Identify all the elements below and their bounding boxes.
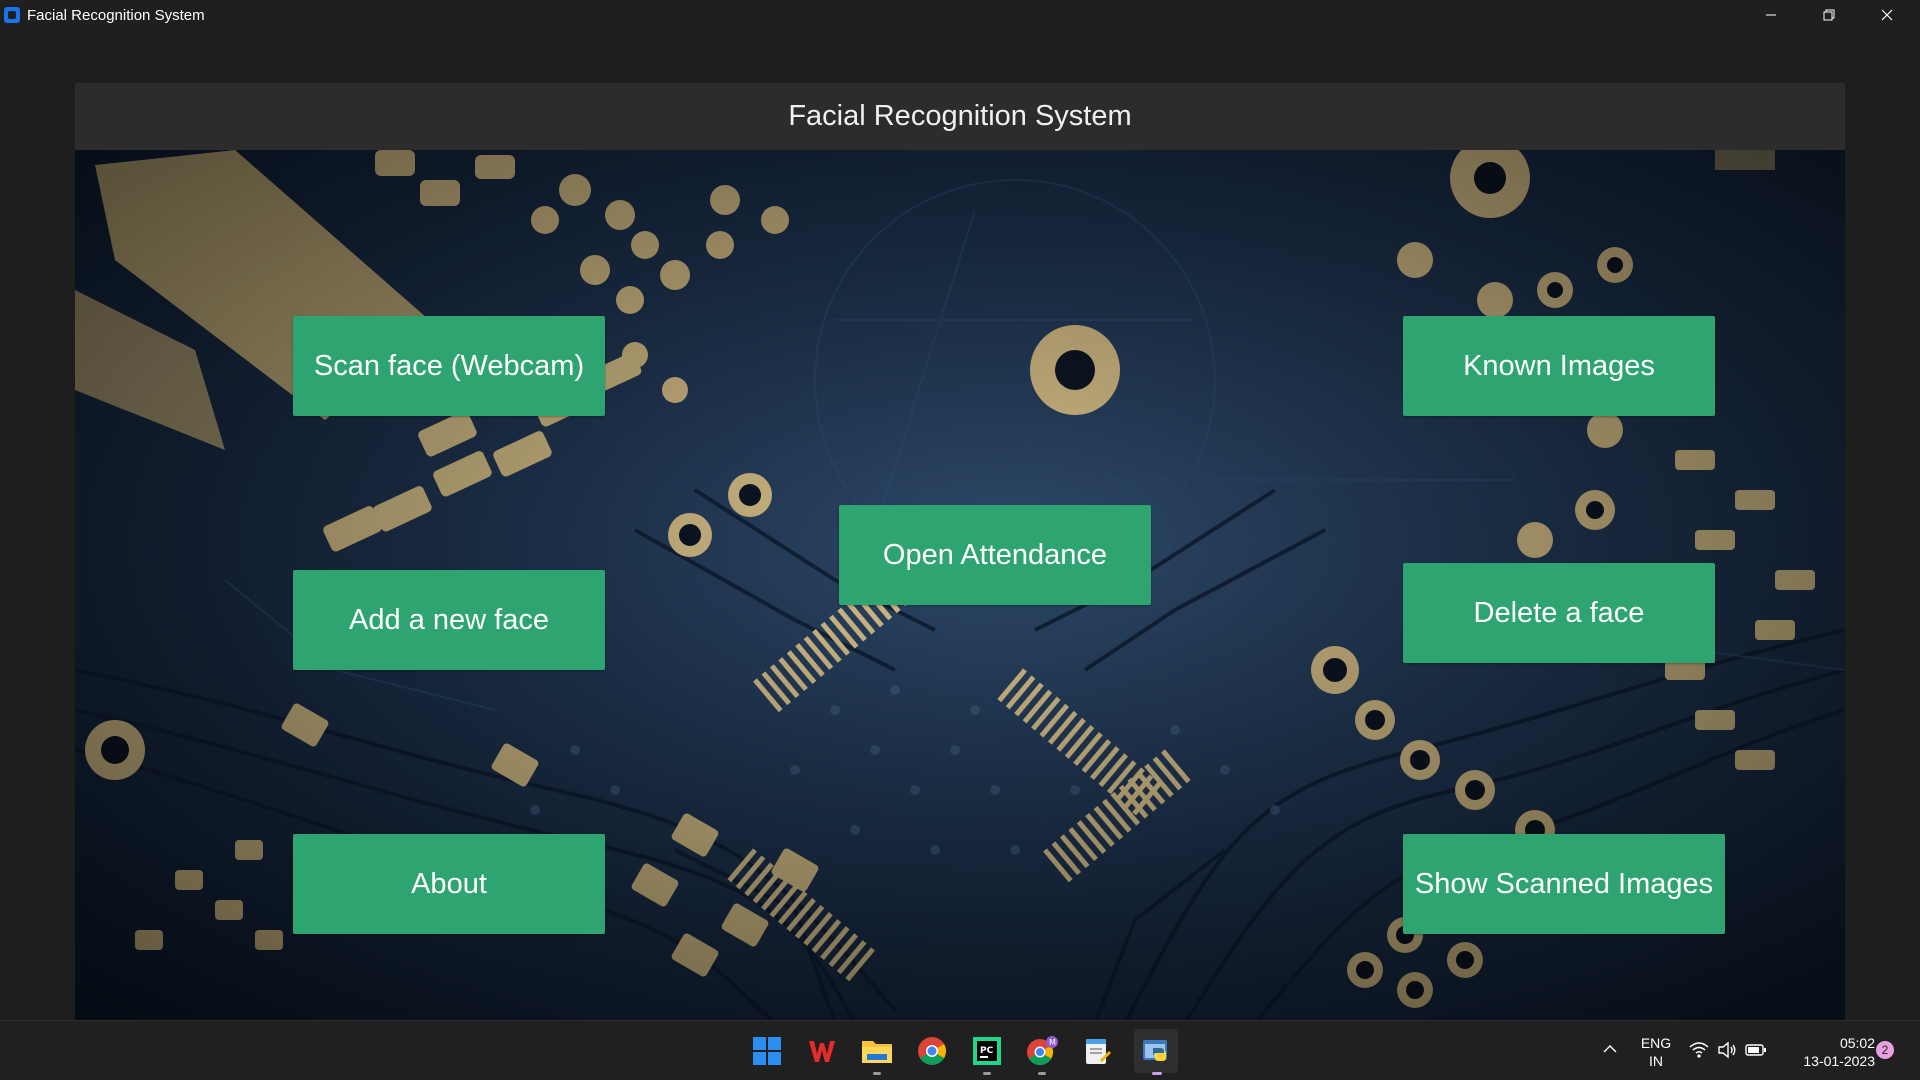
app-icon [4,7,20,23]
svg-text:PC: PC [980,1046,994,1056]
taskbar-python-app[interactable] [1134,1029,1178,1075]
taskbar-wps-office[interactable] [804,1033,840,1069]
restore-button[interactable] [1800,0,1858,29]
chrome-icon [918,1037,946,1065]
clock-time: 05:02 [1839,1035,1875,1051]
volume-icon [1718,1041,1736,1059]
clock[interactable]: 05:02 13-01-2023 [1785,1034,1875,1070]
known-images-button[interactable]: Known Images [1403,316,1715,416]
clock-date: 13-01-2023 [1803,1053,1875,1069]
show-scanned-images-button[interactable]: Show Scanned Images [1403,834,1725,934]
file-explorer-icon [862,1041,892,1063]
taskbar-file-explorer[interactable] [859,1033,895,1075]
quick-settings[interactable] [1689,1041,1767,1059]
notepad-icon [1086,1039,1111,1064]
about-button[interactable]: About [293,834,605,934]
running-indicator [1038,1072,1046,1075]
chevron-up-icon [1603,1045,1617,1053]
add-new-face-button[interactable]: Add a new face [293,570,605,670]
minimize-button[interactable] [1742,0,1800,29]
notification-badge[interactable]: 2 [1876,1041,1894,1059]
delete-face-button[interactable]: Delete a face [1403,563,1715,663]
close-icon [1881,9,1893,20]
app-frame: Facial Recognition System Scan face (Web… [75,83,1845,1023]
app-title: Facial Recognition System [788,100,1132,132]
wifi-icon [1689,1042,1709,1058]
open-attendance-button[interactable]: Open Attendance [839,505,1151,605]
restore-icon [1823,9,1835,20]
taskbar-chrome-profile[interactable]: M [1024,1033,1060,1075]
app-header: Facial Recognition System [75,83,1845,150]
region-code: IN [1649,1053,1663,1069]
svg-text:M: M [1049,1038,1056,1047]
minimize-icon [1766,14,1776,15]
show-hidden-icons-button[interactable] [1602,1041,1618,1062]
battery-icon [1745,1044,1766,1056]
circuit-board-background: Scan face (Webcam) Known Images Open Att… [75,150,1845,1023]
running-indicator [873,1072,881,1075]
language-code: ENG [1640,1035,1672,1051]
taskbar: PC M ENG IN 05:02 13-01-2023 2 [0,1020,1920,1080]
windows-start-button[interactable] [749,1033,785,1069]
windows-start-icon [753,1037,781,1065]
active-indicator [1152,1072,1162,1075]
python-app-icon [1143,1040,1167,1061]
language-indicator[interactable]: ENG IN [1638,1034,1674,1070]
window-title: Facial Recognition System [27,7,205,24]
window-client-area: Facial Recognition System Scan face (Web… [0,29,1920,1023]
running-indicator [983,1072,991,1075]
pycharm-icon: PC [973,1037,1001,1065]
chrome-profile-icon: M [1027,1036,1058,1066]
close-button[interactable] [1858,0,1916,29]
taskbar-notepad[interactable] [1079,1033,1115,1069]
scan-face-webcam-button[interactable]: Scan face (Webcam) [293,316,605,416]
window-titlebar: Facial Recognition System [0,0,1920,29]
wps-office-icon [809,1041,835,1062]
taskbar-pycharm[interactable]: PC [969,1033,1005,1075]
taskbar-chrome[interactable] [914,1033,950,1069]
